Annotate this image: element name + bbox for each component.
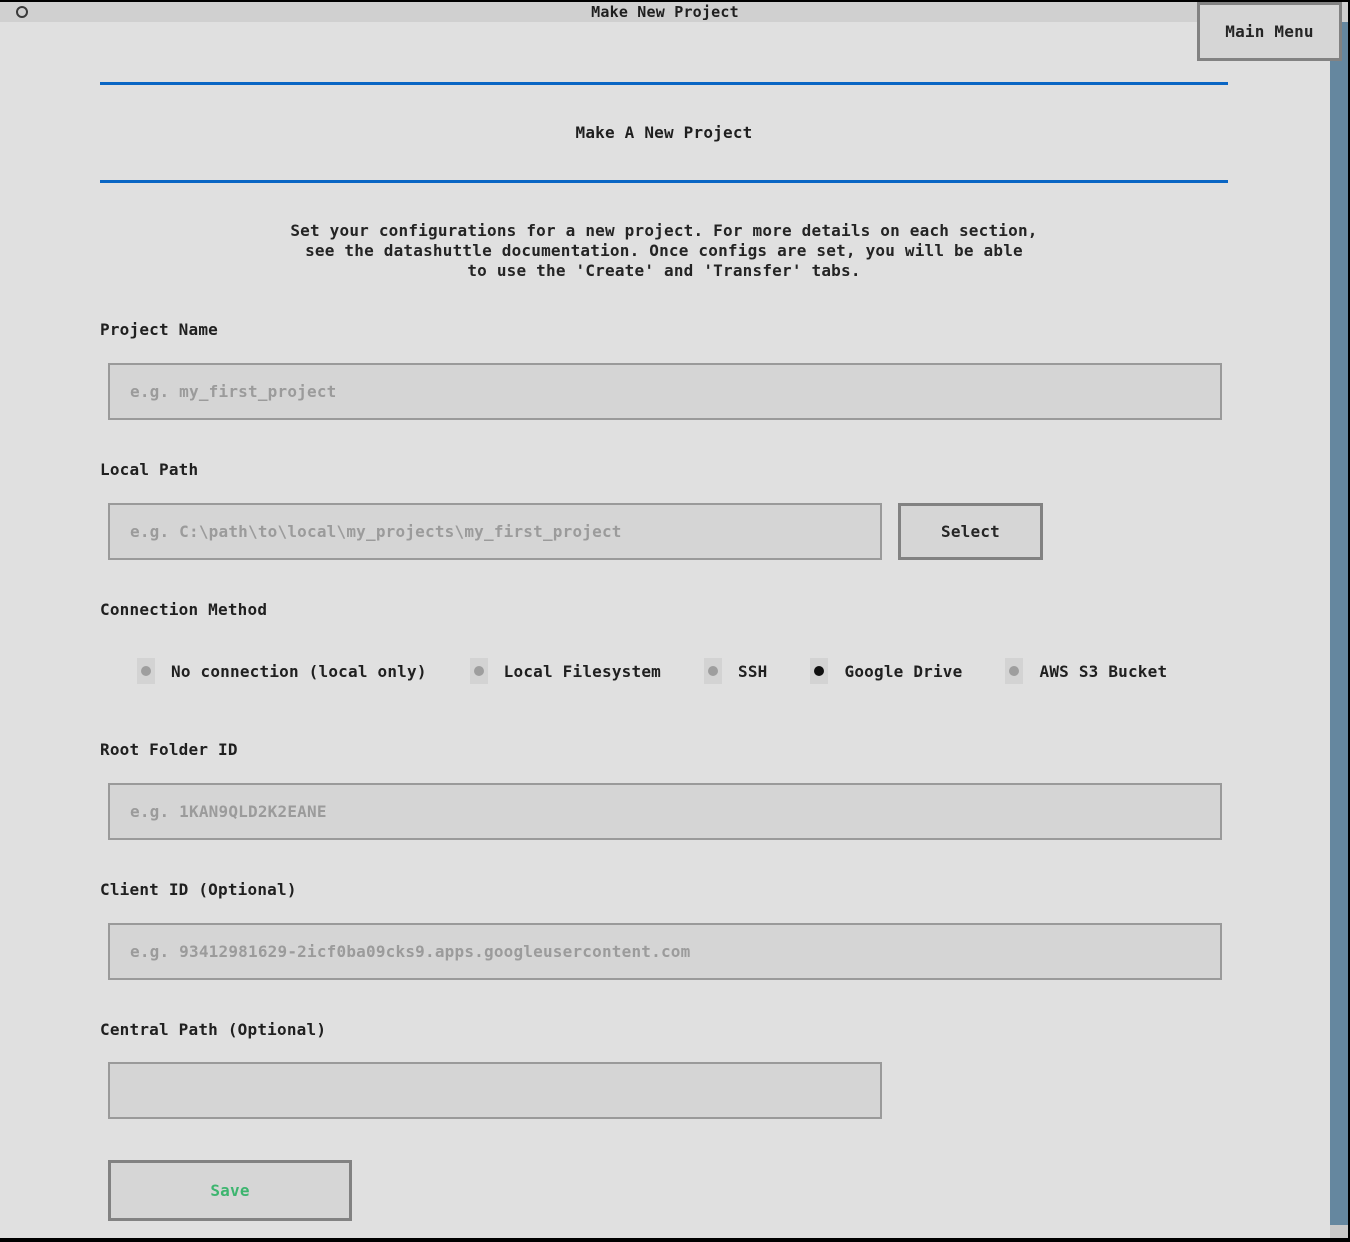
save-button[interactable]: Save (108, 1160, 352, 1221)
root-folder-id-label: Root Folder ID (100, 740, 238, 760)
radio-button-icon (704, 658, 722, 684)
window-title: Make New Project (0, 2, 1330, 22)
radio-button-icon (810, 658, 828, 684)
radio-button-icon (470, 658, 488, 684)
page-description: Set your configurations for a new projec… (100, 221, 1228, 281)
radio-button-icon (1005, 658, 1023, 684)
client-id-input[interactable] (108, 923, 1222, 980)
description-line: Set your configurations for a new projec… (100, 221, 1228, 241)
radio-option-no-connection[interactable]: No connection (local only) (137, 658, 427, 684)
radio-option-aws-s3-bucket[interactable]: AWS S3 Bucket (1005, 658, 1167, 684)
description-line: to use the 'Create' and 'Transfer' tabs. (100, 261, 1228, 281)
scrollbar-corner (1330, 1225, 1348, 1238)
page-header: Make A New Project (100, 82, 1228, 183)
project-name-input[interactable] (108, 363, 1222, 420)
connection-method-radio-group: No connection (local only) Local Filesys… (137, 656, 1210, 686)
radio-option-label: SSH (738, 662, 768, 681)
radio-option-label: No connection (local only) (171, 662, 427, 681)
radio-button-icon (137, 658, 155, 684)
main-menu-button[interactable]: Main Menu (1197, 2, 1342, 61)
radio-option-label: AWS S3 Bucket (1039, 662, 1167, 681)
central-path-input[interactable] (108, 1062, 882, 1119)
app-circle-icon (16, 6, 28, 18)
window-edge-bottom (0, 1238, 1350, 1242)
page-title: Make A New Project (576, 123, 753, 142)
scrollbar-thumb[interactable] (1330, 22, 1348, 1225)
local-path-label: Local Path (100, 460, 198, 480)
local-path-select-button[interactable]: Select (898, 503, 1043, 560)
central-path-label: Central Path (Optional) (100, 1020, 326, 1040)
radio-option-ssh[interactable]: SSH (704, 658, 768, 684)
title-bar: Make New Project (0, 2, 1348, 22)
radio-option-label: Local Filesystem (504, 662, 661, 681)
client-id-label: Client ID (Optional) (100, 880, 297, 900)
project-name-label: Project Name (100, 320, 218, 340)
radio-option-google-drive[interactable]: Google Drive (810, 658, 962, 684)
connection-method-label: Connection Method (100, 600, 267, 620)
radio-option-local-filesystem[interactable]: Local Filesystem (470, 658, 661, 684)
app-window: Make New Project Main Menu Make A New Pr… (0, 0, 1350, 1242)
local-path-input[interactable] (108, 503, 882, 560)
root-folder-id-input[interactable] (108, 783, 1222, 840)
description-line: see the datashuttle documentation. Once … (100, 241, 1228, 261)
radio-option-label: Google Drive (844, 662, 962, 681)
